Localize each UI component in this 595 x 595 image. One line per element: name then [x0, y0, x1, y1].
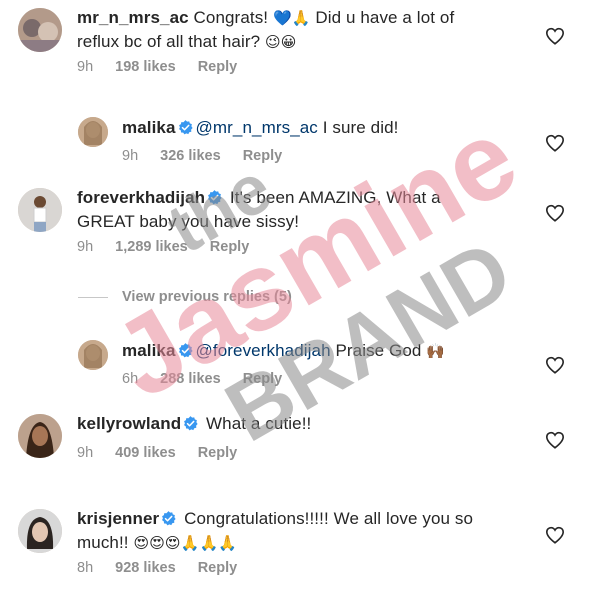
comment-meta: 9h 1,289 likes Reply — [77, 239, 267, 255]
likes-count[interactable]: 198 likes — [115, 59, 175, 75]
replies-divider — [78, 297, 108, 298]
username[interactable]: malika — [122, 341, 176, 360]
heart-outline-icon[interactable] — [545, 204, 565, 222]
reply-button[interactable]: Reply — [198, 560, 238, 576]
likes-count[interactable]: 1,289 likes — [115, 239, 188, 255]
comment-meta: 6h 288 likes Reply — [122, 371, 300, 387]
avatar[interactable] — [18, 414, 62, 458]
verified-badge-icon — [178, 120, 193, 135]
username[interactable]: foreverkhadijah — [77, 188, 205, 207]
comment-meta: 9h 326 likes Reply — [122, 148, 300, 164]
timestamp: 9h — [77, 59, 94, 75]
avatar[interactable] — [78, 117, 108, 147]
avatar[interactable] — [18, 509, 62, 553]
comment-text: mr_n_mrs_ac Congrats! 💙🙏 Did u have a lo… — [77, 8, 455, 51]
verified-badge-icon — [207, 190, 222, 205]
comment-meta: 8h 928 likes Reply — [77, 560, 255, 576]
emoji: 😍😍😍🙏🙏🙏 — [133, 534, 237, 552]
likes-count[interactable]: 326 likes — [160, 148, 220, 164]
likes-count[interactable]: 288 likes — [160, 371, 220, 387]
avatar[interactable] — [18, 8, 62, 52]
comment-text: krisjenner Congratulations!!!!! We all l… — [77, 509, 474, 552]
likes-count[interactable]: 928 likes — [115, 560, 175, 576]
comment-meta: 9h 198 likes Reply — [77, 59, 255, 75]
heart-outline-icon[interactable] — [545, 356, 565, 374]
timestamp: 9h — [77, 445, 94, 461]
comment-text: foreverkhadijah It's been AMAZING, What … — [77, 188, 441, 231]
mention-link[interactable]: @foreverkhadijah — [196, 341, 331, 360]
verified-badge-icon — [178, 343, 193, 358]
heart-outline-icon[interactable] — [545, 134, 565, 152]
timestamp: 6h — [122, 371, 139, 387]
reply-button[interactable]: Reply — [198, 445, 238, 461]
verified-badge-icon — [161, 511, 176, 526]
reply-button[interactable]: Reply — [210, 239, 250, 255]
heart-outline-icon[interactable] — [545, 431, 565, 449]
timestamp: 9h — [77, 239, 94, 255]
timestamp: 9h — [122, 148, 139, 164]
avatar[interactable] — [18, 188, 62, 232]
reply-button[interactable]: Reply — [243, 148, 283, 164]
avatar[interactable] — [78, 340, 108, 370]
reply-button[interactable]: Reply — [243, 371, 283, 387]
reply-button[interactable]: Reply — [198, 59, 238, 75]
comment-text: malika @foreverkhadijah Praise God 🙌🏾 — [122, 341, 446, 360]
emoji: 😉😀 — [265, 33, 297, 51]
heart-outline-icon[interactable] — [545, 526, 565, 544]
mention-link[interactable]: @mr_n_mrs_ac — [196, 118, 318, 137]
heart-outline-icon[interactable] — [545, 27, 565, 45]
username[interactable]: malika — [122, 118, 176, 137]
comment-text: malika @mr_n_mrs_ac I sure did! — [122, 118, 399, 137]
emoji: 🙌🏾 — [426, 342, 446, 360]
username[interactable]: mr_n_mrs_ac — [77, 8, 189, 27]
username[interactable]: kellyrowland — [77, 414, 181, 433]
comment-meta: 9h 409 likes Reply — [77, 445, 255, 461]
likes-count[interactable]: 409 likes — [115, 445, 175, 461]
timestamp: 8h — [77, 560, 94, 576]
username[interactable]: krisjenner — [77, 509, 159, 528]
verified-badge-icon — [183, 416, 198, 431]
emoji: 💙🙏 — [272, 9, 311, 27]
comment-text: kellyrowland What a cutie!! — [77, 414, 312, 433]
view-previous-replies-button[interactable]: View previous replies (5) — [122, 289, 292, 305]
